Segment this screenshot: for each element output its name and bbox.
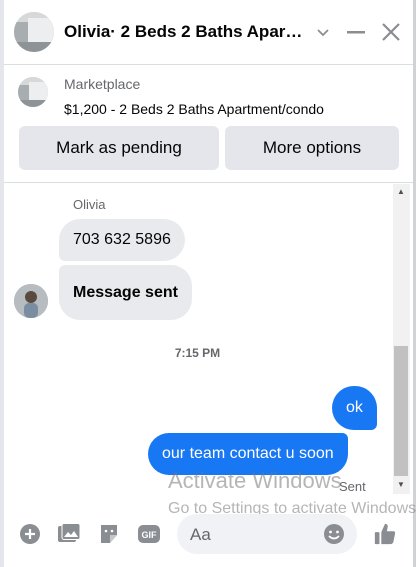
- message-input-placeholder: Aa: [190, 525, 211, 544]
- close-icon[interactable]: [379, 20, 403, 44]
- photo-icon[interactable]: [57, 522, 81, 546]
- incoming-message[interactable]: Message sent: [59, 265, 192, 320]
- header-divider: [4, 64, 413, 65]
- outgoing-message[interactable]: ok: [332, 386, 377, 430]
- listing-title[interactable]: $1,200 - 2 Beds 2 Baths Apartment/condo: [64, 101, 324, 117]
- window-edge-left: [0, 0, 4, 567]
- listing-thumbnail[interactable]: [18, 77, 48, 107]
- chat-window: Olivia· 2 Beds 2 Baths Apartment/condo M…: [0, 0, 416, 567]
- gif-icon[interactable]: GIF: [137, 522, 161, 546]
- sticker-icon[interactable]: [97, 522, 121, 546]
- activate-windows-watermark: Activate Windows: [168, 468, 342, 493]
- listing-avatar[interactable]: [14, 12, 54, 52]
- message-text: ok: [346, 399, 363, 416]
- emoji-icon[interactable]: [322, 522, 346, 546]
- sender-name: Olivia: [73, 197, 106, 212]
- message-text: 703 632 5896: [73, 231, 171, 248]
- message-text: our team contact u soon: [162, 445, 334, 462]
- listing-divider: [4, 182, 413, 183]
- svg-text:GIF: GIF: [142, 530, 158, 540]
- conversation-title[interactable]: Olivia· 2 Beds 2 Baths Apartment/condo: [64, 22, 304, 42]
- listing-source: Marketplace: [64, 76, 141, 92]
- sender-avatar[interactable]: [14, 284, 48, 318]
- mark-as-pending-button[interactable]: Mark as pending: [19, 126, 219, 170]
- more-options-button[interactable]: More options: [225, 126, 399, 170]
- scroll-up-arrow-icon[interactable]: ▲: [394, 186, 408, 198]
- scroll-down-arrow-icon[interactable]: ▼: [394, 479, 408, 491]
- scrollbar-thumb[interactable]: [394, 346, 408, 476]
- delivery-status: Sent: [339, 479, 366, 494]
- minimize-icon[interactable]: [344, 20, 368, 44]
- plus-circle-icon[interactable]: [18, 522, 42, 546]
- chevron-down-icon[interactable]: [311, 20, 335, 44]
- message-timestamp: 7:15 PM: [174, 346, 221, 360]
- message-text: Message sent: [73, 283, 178, 301]
- incoming-message[interactable]: 703 632 5896: [59, 219, 185, 261]
- thumbs-up-icon[interactable]: [373, 522, 397, 546]
